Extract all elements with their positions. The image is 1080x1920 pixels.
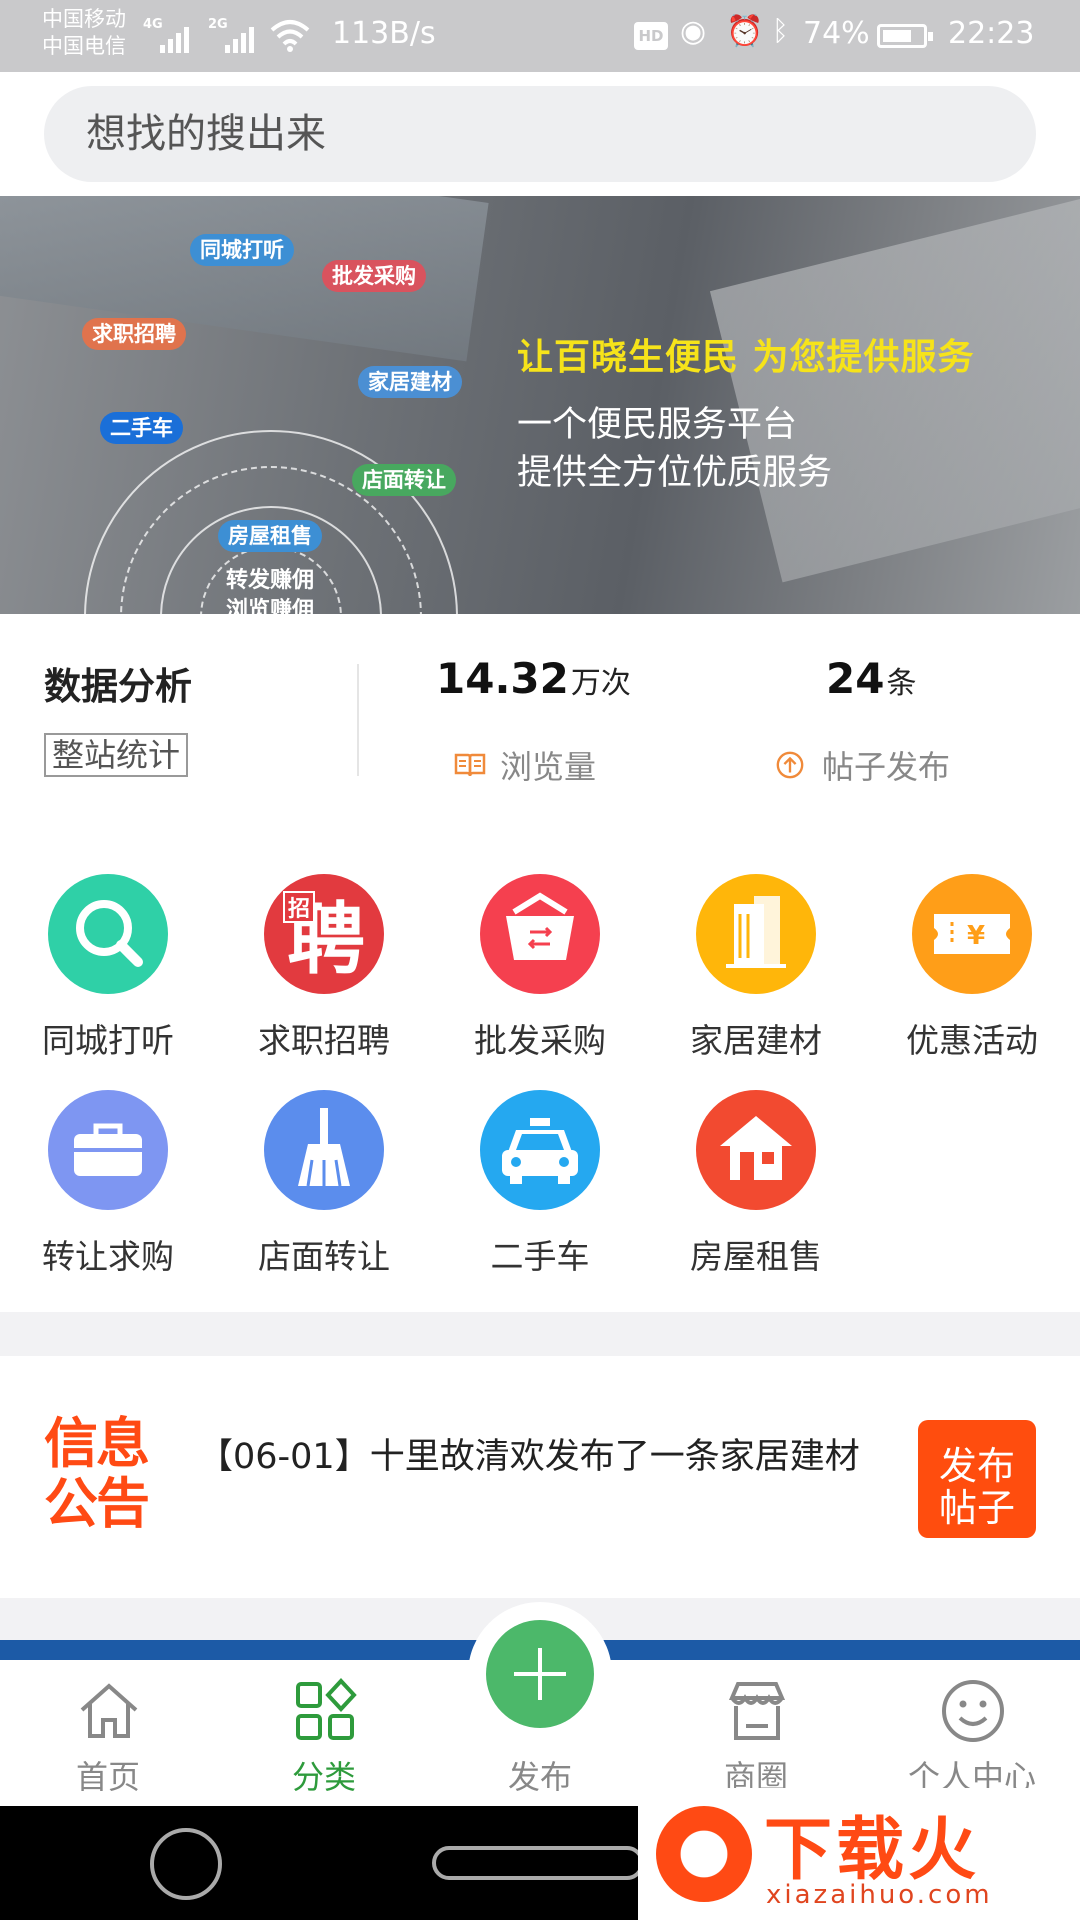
banner-tag: 店面转让 (352, 464, 456, 496)
clock: 22:23 (948, 16, 1035, 51)
notice-logo-line-2: 公告 (44, 1472, 150, 1535)
eye-icon: ◉ (680, 14, 707, 49)
signal-2-icon: 2G (208, 17, 264, 53)
banner-tag: 二手车 (100, 412, 183, 444)
notice-item[interactable]: 【06-01】十里故清欢发布了一条家居建材 (198, 1428, 878, 1479)
posts-count: 24条 (826, 654, 916, 703)
banner-headline: 让百晓生便民 为您提供服务 (517, 337, 975, 378)
watermark-title: 下载火 (764, 1811, 981, 1890)
category-jobs[interactable]: 聘 招 求职招聘 (216, 834, 432, 1060)
nav-publish-label: 发布 (507, 1758, 572, 1796)
signal-1-icon: 4G (143, 17, 199, 53)
category-promotions[interactable]: ¥ 优惠活动 (864, 834, 1080, 1060)
bluetooth-icon: ᛒ (772, 14, 789, 47)
banner-paper-bg (709, 196, 1080, 583)
status-bar: 中国移动 中国电信 4G 2G 113B/s HD ◉ ⏰ ᛒ 74% 22:2… (0, 0, 1080, 72)
banner-tag: 批发采购 (322, 260, 426, 292)
home-icon (80, 1683, 138, 1738)
network-speed: 113B/s (332, 16, 436, 51)
category-home-building[interactable]: 家居建材 (648, 834, 864, 1060)
banner-tag: 求职招聘 (82, 318, 186, 350)
nav-category-label: 分类 (291, 1758, 356, 1796)
system-home-button[interactable] (432, 1846, 644, 1880)
basket-icon (480, 874, 600, 994)
notice-board: 信息 公告 【06-01】十里故清欢发布了一条家居建材 发布 帖子 (0, 1356, 1080, 1598)
house-icon (696, 1090, 816, 1210)
nav-category[interactable]: 分类 (216, 1660, 432, 1806)
magnifier-icon (48, 874, 168, 994)
category-grid: 同城打听 聘 招 求职招聘 批发采购 家居建材 ¥ 优惠活动 转让求购 店面转让… (0, 814, 1080, 1312)
hd-icon: HD (634, 22, 668, 50)
category-label: 店面转让 (258, 1237, 390, 1276)
posts-label: 帖子发布 (822, 748, 951, 786)
stats-badge: 整站统计 (44, 733, 189, 777)
category-used-cars[interactable]: 二手车 (432, 1050, 648, 1276)
carrier-2: 中国电信 (42, 34, 126, 58)
banner-center-line-1: 转发赚佣 (225, 568, 314, 593)
category-label: 房屋租售 (690, 1237, 822, 1276)
carrier-names: 中国移动 中国电信 (42, 6, 126, 60)
stats-title: 数据分析 (44, 665, 192, 708)
category-transfer-buy[interactable]: 转让求购 (0, 1050, 216, 1276)
search-bar (0, 72, 1080, 196)
nav-home[interactable]: 首页 (0, 1660, 216, 1806)
banner-tag: 家居建材 (358, 366, 462, 398)
publish-post-line-1: 发布 (938, 1444, 1015, 1488)
download-badge-icon (656, 1806, 752, 1902)
upload-icon (776, 751, 804, 779)
watermark: 下载火 xiazaihuo.com (638, 1788, 1080, 1920)
category-label: 优惠活动 (906, 1021, 1038, 1060)
category-housing[interactable]: 房屋租售 (648, 1050, 864, 1276)
wifi-icon (270, 20, 310, 52)
alarm-icon: ⏰ (726, 14, 764, 49)
category-shop-transfer[interactable]: 店面转让 (216, 1050, 432, 1276)
posts-value: 24 (826, 654, 885, 703)
notice-logo-line-1: 信息 (44, 1412, 150, 1475)
posts-unit: 条 (886, 666, 917, 701)
publish-post-button[interactable]: 发布 帖子 (918, 1420, 1036, 1538)
banner-subline-1: 一个便民服务平台 (517, 405, 798, 445)
views-label: 浏览量 (500, 748, 597, 786)
category-label: 二手车 (490, 1237, 590, 1276)
smiley-icon (942, 1680, 1004, 1742)
publish-fab-button[interactable] (486, 1620, 594, 1728)
search-input[interactable] (44, 86, 1036, 182)
banner-center-text: 转发赚佣 浏览赚佣 (215, 566, 325, 614)
recruit-icon: 聘 招 (264, 874, 384, 994)
nav-profile[interactable]: 个人中心 (864, 1660, 1080, 1806)
banner-subline-2: 提供全方位优质服务 (517, 453, 833, 493)
broom-icon (264, 1090, 384, 1210)
category-wholesale[interactable]: 批发采购 (432, 834, 648, 1060)
banner-tag: 房屋租售 (218, 520, 322, 552)
coupon-icon: ¥ (912, 874, 1032, 994)
book-icon (454, 753, 486, 777)
views-unit: 万次 (570, 666, 631, 701)
battery-icon (877, 24, 933, 48)
category-label: 转让求购 (42, 1237, 174, 1276)
building-icon (696, 874, 816, 994)
app-screen: 中国移动 中国电信 4G 2G 113B/s HD ◉ ⏰ ᛒ 74% 22:2… (0, 0, 1080, 1920)
store-icon (728, 1682, 786, 1740)
notice-logo: 信息 公告 (44, 1414, 164, 1534)
toolbox-icon (48, 1090, 168, 1210)
publish-post-line-2: 帖子 (938, 1486, 1015, 1530)
nav-home-label: 首页 (75, 1758, 140, 1796)
svg-text:¥: ¥ (967, 921, 985, 951)
carrier-1: 中国移动 (42, 7, 126, 31)
nav-shops[interactable]: 商圈 (648, 1660, 864, 1806)
watermark-url: xiazaihuo.com (766, 1880, 993, 1910)
views-count: 14.32万次 (436, 654, 631, 703)
category-local-inquiry[interactable]: 同城打听 (0, 834, 216, 1060)
car-icon (480, 1090, 600, 1210)
stats-panel: 数据分析 整站统计 14.32万次 浏览量 24条 帖子发布 (0, 614, 1080, 814)
grid-icon (296, 1678, 357, 1740)
battery-percent: 74% (803, 16, 870, 51)
stats-divider (357, 664, 359, 776)
promo-banner[interactable]: 转发赚佣 浏览赚佣 同城打听 批发采购 求职招聘 家居建材 二手车 店面转让 房… (0, 196, 1080, 614)
recruit-glyph-small: 招 (288, 897, 310, 922)
banner-center-line-2: 浏览赚佣 (225, 598, 314, 614)
banner-tag: 同城打听 (190, 234, 294, 266)
system-back-button[interactable] (150, 1828, 222, 1900)
views-value: 14.32 (436, 654, 569, 703)
